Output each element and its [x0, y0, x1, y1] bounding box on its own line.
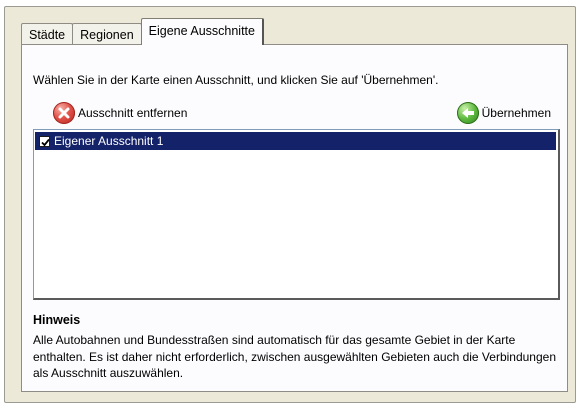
tab-panel: Wählen Sie in der Karte einen Ausschnitt…	[21, 44, 568, 392]
tab-staedte[interactable]: Städte	[21, 23, 74, 45]
list-item[interactable]: Eigener Ausschnitt 1	[35, 132, 556, 150]
dialog-window: Städte Regionen Eigene Ausschnitte Wähle…	[4, 6, 576, 403]
list-item-label: Eigener Ausschnitt 1	[54, 134, 164, 148]
hint-title: Hinweis	[33, 313, 81, 327]
tab-strip: Städte Regionen Eigene Ausschnitte	[21, 17, 264, 45]
remove-x-icon	[53, 102, 75, 124]
apply-button[interactable]: Übernehmen	[456, 100, 551, 126]
remove-section-button[interactable]: Ausschnitt entfernen	[53, 100, 187, 126]
sections-list[interactable]: Eigener Ausschnitt 1	[33, 129, 560, 300]
hint-text: Alle Autobahnen und Bundesstraßen sind a…	[33, 333, 557, 380]
apply-arrow-icon	[456, 102, 479, 124]
remove-section-label: Ausschnitt entfernen	[78, 106, 188, 120]
instruction-text: Wählen Sie in der Karte einen Ausschnitt…	[33, 73, 439, 87]
tab-eigene-ausschnitte[interactable]: Eigene Ausschnitte	[140, 18, 264, 45]
tab-regionen[interactable]: Regionen	[72, 23, 142, 45]
apply-label: Übernehmen	[481, 106, 551, 120]
item-checkbox[interactable]	[39, 135, 50, 147]
